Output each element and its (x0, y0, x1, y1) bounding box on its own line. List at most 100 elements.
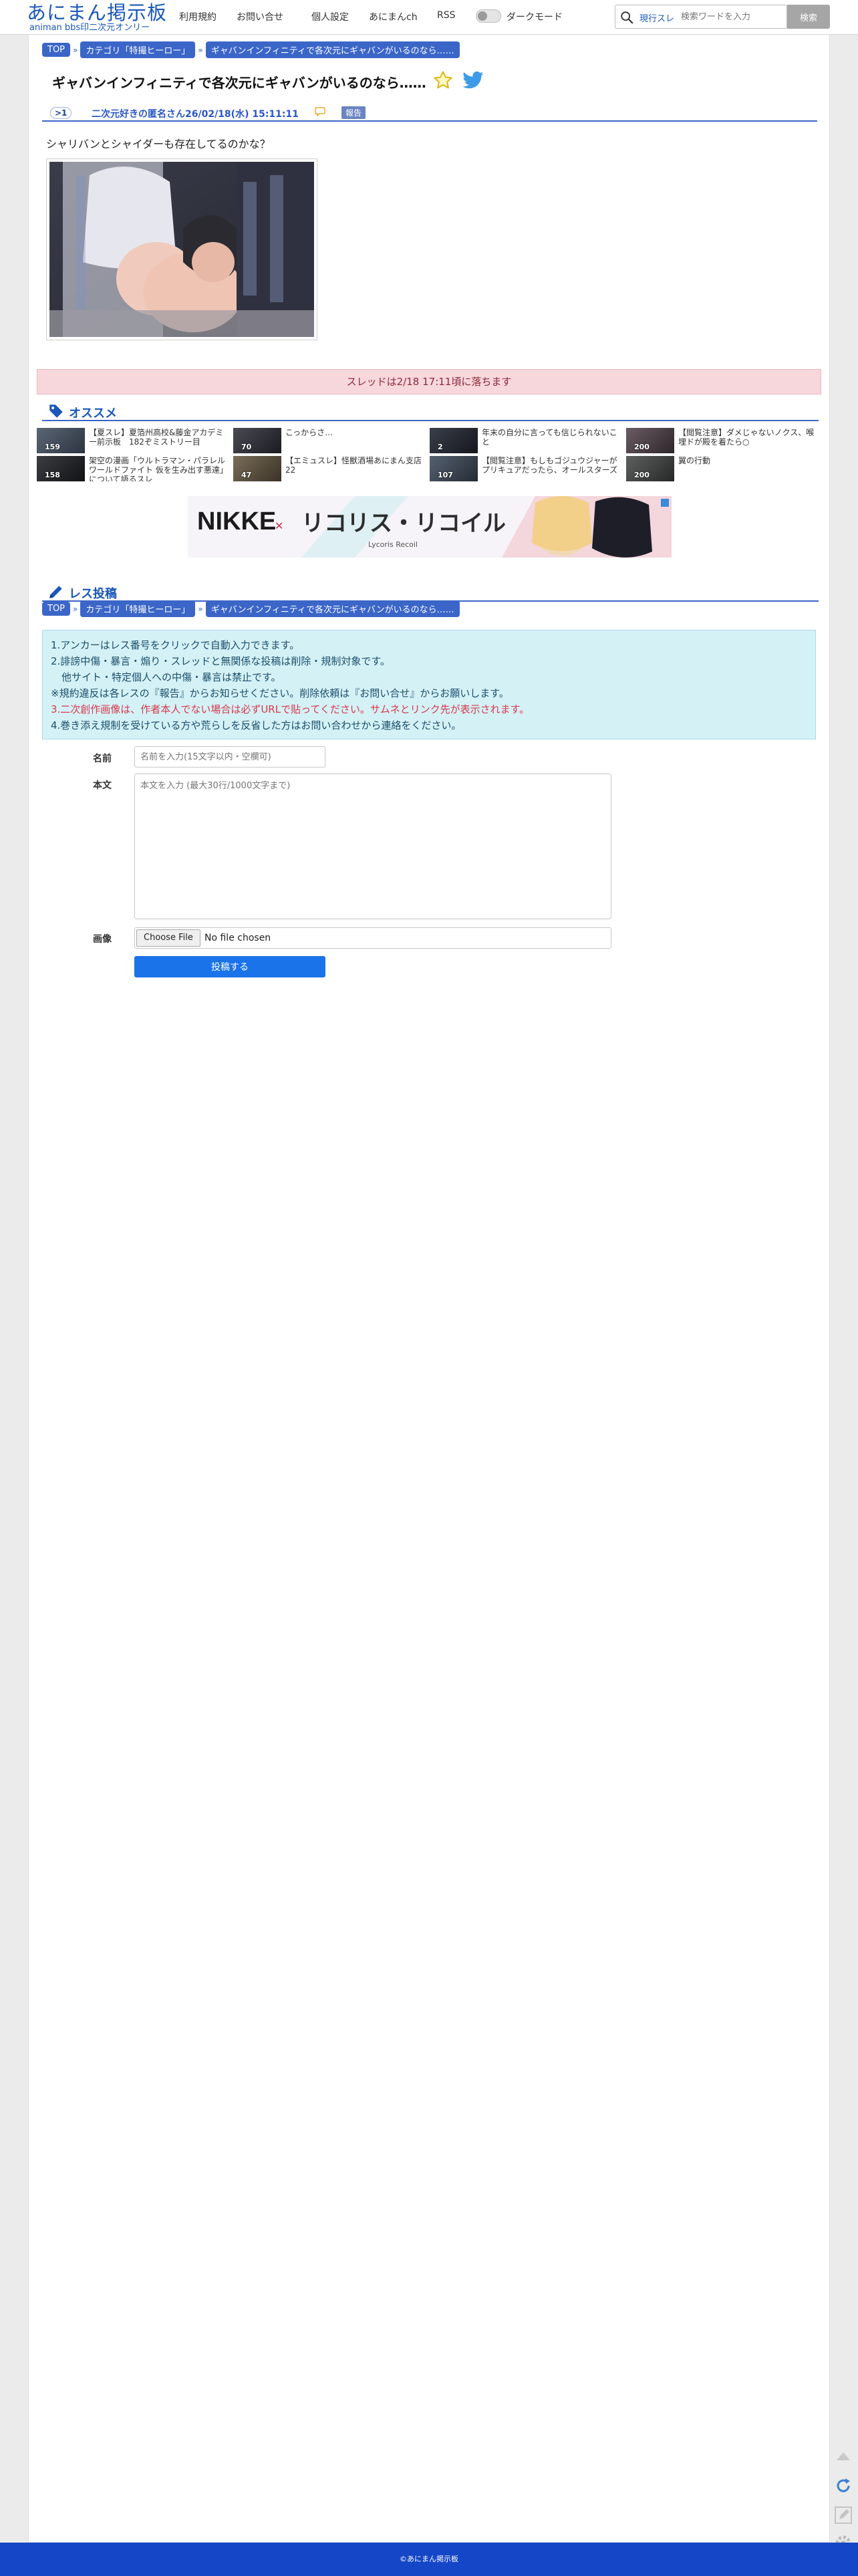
crumb-top[interactable]: TOP (42, 43, 71, 57)
recommend-thumbnail (37, 456, 85, 481)
post-header: >1 二次元好きの匿名さん 26/02/18(水) 15:11:11 報告 (42, 104, 817, 122)
tag-icon (49, 404, 63, 418)
recommend-thumbnail (626, 456, 674, 481)
recommend-item[interactable]: 158 架空の漫画「ウルトラマン・パラレルワールドファイト 仮を生み出す悪達」に… (37, 456, 231, 481)
recommend-title: こっからさ… (285, 428, 333, 437)
recommend-title: 【閲覧注意】ダメじゃないノクス、喉埋ドが殿を着たら○ (678, 428, 815, 447)
logo-sub: animan bbs印二次元オンリー (29, 23, 150, 33)
crumb-separator: » (73, 604, 78, 614)
recommend-item[interactable]: 2 年末の自分に言っても信じられないこと (430, 428, 623, 453)
twitter-icon[interactable] (462, 71, 484, 91)
search-box: 現行スレ (615, 5, 787, 29)
search-button[interactable]: 検索 (787, 5, 830, 29)
crumb-separator: » (198, 604, 203, 614)
recommend-item[interactable]: 159 【夏スレ】夏箔州高校&藤金アカデミー前示板 182ぞミストリー目 (37, 428, 231, 453)
recommend-item[interactable]: 70 こっからさ… (233, 428, 427, 453)
search-icon (621, 11, 633, 24)
crumb-thread[interactable]: ギャバンインフィニティで各次元にギャバンがいるのなら…… (205, 41, 460, 58)
recommend-title: 翼の行動 (678, 456, 711, 465)
recommend-item[interactable]: 200 翼の行動 (626, 456, 820, 481)
image-label: 画像 (93, 934, 112, 945)
recommend-thumbnail (430, 456, 478, 481)
comment-count: 107 (438, 471, 453, 479)
recommend-item[interactable]: 47 【エミュスレ】怪獣酒場あにまん支店22 (233, 456, 427, 481)
search-mode-select[interactable]: 現行スレ (639, 11, 674, 24)
logo-main: あにまん掲示板 (27, 1, 168, 24)
write-post-icon[interactable] (831, 2503, 855, 2527)
ad-brand-sub: Lycoris Recoil (368, 540, 418, 549)
comment-count: 2 (438, 443, 443, 451)
reply-form-section-header: レス投稿 (42, 583, 819, 602)
body-textarea[interactable] (134, 774, 611, 919)
rule-line-warning: 3.二次創作画像は、作者本人でない場合は必ずURLで貼ってください。サムネとリン… (51, 703, 530, 715)
posting-rules: 1.アンカーはレス番号をクリックで自動入力できます。 2.誹謗中傷・暴言・煽り・… (42, 630, 816, 739)
nav-settings[interactable]: 個人設定 (311, 10, 349, 23)
report-button[interactable]: 報告 (341, 106, 366, 119)
toggle-knob (478, 11, 487, 21)
crumb-separator: » (73, 45, 78, 55)
main-content: TOP» カテゴリ「特撮ヒーロー」» ギャバンインフィニティで各次元にギャバンがいる… (28, 35, 830, 2542)
name-label: 名前 (93, 753, 112, 764)
comment-count: 47 (241, 471, 252, 479)
nav-rss[interactable]: RSS (437, 10, 456, 21)
recommend-title: 架空の漫画「ウルトラマン・パラレルワールドファイト 仮を生み出す悪達」について語… (89, 456, 228, 481)
rule-line: 4.巻き添え規制を受けている方や荒らしを反省した方はお問い合わせから連絡をくださ… (51, 719, 462, 731)
ad-brand-right: リコリス・リコイル (301, 510, 506, 537)
site-footer: ©あにまん掲示板 (0, 2543, 858, 2576)
recommend-item[interactable]: 200 【閲覧注意】ダメじゃないノクス、喉埋ドが殿を着たら○ (626, 428, 820, 453)
scroll-top-icon[interactable] (831, 2444, 855, 2468)
crumb-category[interactable]: カテゴリ「特撮ヒーロー」 (80, 600, 196, 617)
site-logo[interactable]: あにまん掲示板 animan bbs印二次元オンリー (27, 1, 167, 33)
recommend-title: 【エミュスレ】怪獣酒場あにまん支店22 (285, 456, 422, 475)
search-input[interactable] (681, 8, 781, 25)
nav-animanch[interactable]: あにまんch (369, 10, 418, 23)
ad-banner-artwork: NIKKE ✕ リコリス・リコイル Lycoris Recoil (188, 496, 672, 558)
footer-copyright: ©あにまん掲示板 (400, 2555, 458, 2563)
comment-count: 159 (45, 443, 60, 451)
recommend-heading: オススメ (69, 406, 117, 421)
recommend-thumbnail (233, 456, 281, 481)
post-date: 26/02/18(水) 15:11:11 (185, 109, 299, 120)
rule-line: 1.アンカーはレス番号をクリックで自動入力できます。 (51, 639, 300, 651)
crumb-thread[interactable]: ギャバンインフィニティで各次元にギャバンがいるのなら…… (205, 600, 460, 617)
nav-terms[interactable]: 利用規約 (179, 10, 217, 23)
recommend-grid: 159 【夏スレ】夏箔州高校&藤金アカデミー前示板 182ぞミストリー目 70 … (37, 428, 823, 481)
comment-count: 70 (241, 443, 252, 451)
comment-count: 158 (45, 471, 60, 479)
file-status: No file chosen (204, 933, 271, 943)
rule-line: ※規約違反は各レスの『報告』からお知らせください。削除依頼は『お問い合せ』からお… (51, 687, 509, 699)
recommend-section-header: オススメ (42, 402, 819, 421)
body-label: 本文 (93, 780, 112, 791)
rule-line: 他サイト・特定個人への中傷・暴言は禁止です。 (61, 671, 281, 683)
recommend-item[interactable]: 107 【閲覧注意】もしもゴジュウジャーがプリキュアだったら、オールスターズ (430, 456, 623, 481)
pencil-icon (49, 586, 62, 598)
reply-form-heading: レス投稿 (69, 587, 117, 601)
comment-count: 200 (634, 443, 650, 451)
breadcrumb-bottom: TOP» カテゴリ「特撮ヒーロー」» ギャバンインフィニティで各次元にギャバンがいる… (42, 600, 462, 617)
recommend-title: 年末の自分に言っても信じられないこと (482, 428, 617, 447)
post-image[interactable] (46, 158, 317, 340)
image-file-input[interactable]: Choose File No file chosen (134, 927, 611, 949)
post-number-anchor[interactable]: >1 (50, 107, 72, 119)
reload-icon[interactable] (831, 2474, 855, 2498)
recommend-title: 【閲覧注意】もしもゴジュウジャーがプリキュアだったら、オールスターズ (482, 456, 618, 475)
rule-line: 2.誹謗中傷・暴言・煽り・スレッドと無関係な投稿は削除・規制対象です。 (51, 655, 390, 667)
thread-title: ギャバンインフィニティで各次元にギャバンがいるのなら…… (52, 75, 426, 91)
submit-post-button[interactable]: 投稿する (134, 956, 325, 977)
ad-banner[interactable]: NIKKE ✕ リコリス・リコイル Lycoris Recoil (188, 496, 672, 558)
post-author: 二次元好きの匿名さん (92, 109, 185, 120)
choose-file-button[interactable]: Choose File (136, 929, 200, 947)
reply-bubble-icon[interactable] (315, 107, 325, 116)
ad-brand-left: NIKKE (197, 507, 276, 536)
recommend-thumbnail (233, 428, 281, 453)
breadcrumb: TOP» カテゴリ「特撮ヒーロー」» ギャバンインフィニティで各次元にギャバンがいる… (42, 41, 462, 58)
crumb-top[interactable]: TOP (42, 602, 71, 616)
name-input[interactable] (134, 746, 325, 768)
nav-contact[interactable]: お問い合せ (237, 10, 283, 23)
dark-mode-label: ダークモード (507, 12, 563, 23)
thread-expire-notice: スレッドは2/18 17:11頃に落ちます (37, 369, 821, 394)
dark-mode-toggle[interactable] (476, 9, 501, 23)
favorite-star-icon[interactable] (432, 70, 454, 91)
crumb-separator: » (198, 45, 203, 55)
crumb-category[interactable]: カテゴリ「特撮ヒーロー」 (80, 41, 196, 58)
